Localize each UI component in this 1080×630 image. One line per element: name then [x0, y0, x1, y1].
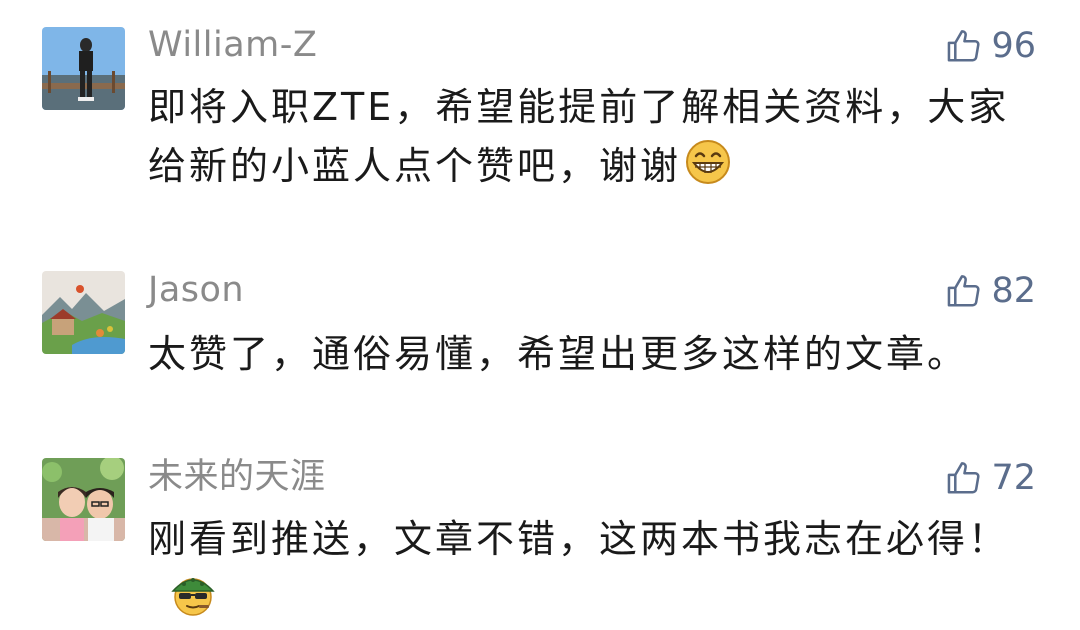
like-button[interactable]: 82 — [945, 270, 1036, 312]
thumbs-up-icon — [948, 275, 980, 307]
grinning-face-icon — [685, 139, 731, 185]
username[interactable]: William-Z — [148, 25, 317, 65]
comment-text: 太赞了，通俗易懂，希望出更多这样的文章。 — [148, 325, 1028, 384]
avatar[interactable] — [42, 458, 125, 541]
comment-text: 刚看到推送，文章不错，这两本书我志在必得！ — [148, 510, 1028, 628]
avatar[interactable] — [42, 271, 125, 354]
username[interactable]: 未来的天涯 — [148, 457, 326, 497]
like-button[interactable]: 96 — [945, 25, 1036, 67]
like-count: 72 — [991, 458, 1036, 498]
avatar[interactable] — [42, 27, 125, 110]
thumbs-up-icon — [948, 30, 980, 62]
cool-face-with-cap-icon — [170, 571, 216, 617]
comment-text-body: 太赞了，通俗易懂，希望出更多这样的文章。 — [148, 332, 969, 376]
like-count: 82 — [991, 271, 1036, 311]
thumbs-up-icon — [948, 462, 980, 494]
like-count: 96 — [991, 26, 1036, 66]
comment-text-body: 刚看到推送，文章不错，这两本书我志在必得！ — [148, 517, 1010, 561]
comment-text: 即将入职ZTE，希望能提前了解相关资料，大家给新的小蓝人点个赞吧，谢谢 — [148, 78, 1028, 196]
like-button[interactable]: 72 — [945, 457, 1036, 499]
username[interactable]: Jason — [148, 270, 244, 310]
comment-text-body: 即将入职ZTE，希望能提前了解相关资料，大家给新的小蓝人点个赞吧，谢谢 — [148, 85, 1010, 188]
